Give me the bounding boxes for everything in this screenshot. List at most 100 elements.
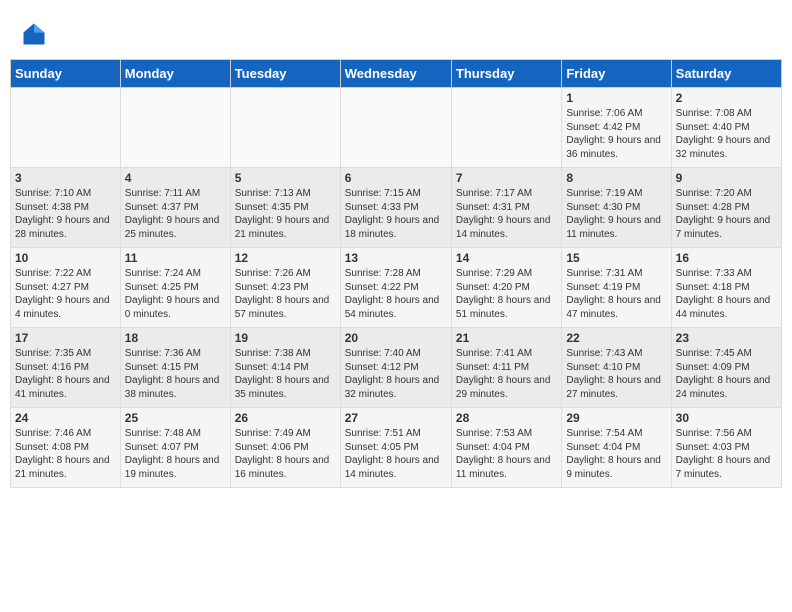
day-number: 7 xyxy=(456,171,557,185)
day-info: Sunrise: 7:33 AM Sunset: 4:18 PM Dayligh… xyxy=(676,267,777,321)
day-number: 17 xyxy=(15,331,116,345)
calendar-cell: 14Sunrise: 7:29 AM Sunset: 4:20 PM Dayli… xyxy=(451,248,561,328)
day-info: Sunrise: 7:38 AM Sunset: 4:14 PM Dayligh… xyxy=(235,347,336,401)
calendar-cell: 30Sunrise: 7:56 AM Sunset: 4:03 PM Dayli… xyxy=(671,408,781,488)
day-info: Sunrise: 7:56 AM Sunset: 4:03 PM Dayligh… xyxy=(676,427,777,481)
day-info: Sunrise: 7:31 AM Sunset: 4:19 PM Dayligh… xyxy=(566,267,666,321)
calendar-cell: 24 Sunrise: 7:46 AM Sunset: 4:08 PM Dayli… xyxy=(11,408,121,488)
day-number: 13 xyxy=(345,251,447,265)
calendar-cell: 18 Sunrise: 7:36 AM Sunset: 4:15 PM Dayli… xyxy=(120,328,230,408)
day-number: 4 xyxy=(125,171,226,185)
day-number: 6 xyxy=(345,171,447,185)
day-info: Sunrise: 7:46 AM Sunset: 4:08 PM Dayligh… xyxy=(15,427,116,481)
calendar-cell: 22Sunrise: 7:43 AM Sunset: 4:10 PM Dayli… xyxy=(562,328,671,408)
weekday-header-friday: Friday xyxy=(562,60,671,88)
calendar-cell: 19 Sunrise: 7:38 AM Sunset: 4:14 PM Dayli… xyxy=(230,328,340,408)
day-number: 12 xyxy=(235,251,336,265)
day-info: Sunrise: 7:35 AM Sunset: 4:16 PM Dayligh… xyxy=(15,347,116,401)
weekday-header-saturday: Saturday xyxy=(671,60,781,88)
calendar-week-3: 10 Sunrise: 7:22 AM Sunset: 4:27 PM Dayli… xyxy=(11,248,782,328)
calendar-cell: 3 Sunrise: 7:10 AM Sunset: 4:38 PM Daylig… xyxy=(11,168,121,248)
day-info: Sunrise: 7:41 AM Sunset: 4:11 PM Dayligh… xyxy=(456,347,557,401)
day-info: Sunrise: 7:54 AM Sunset: 4:04 PM Dayligh… xyxy=(566,427,666,481)
calendar-cell: 16 Sunrise: 7:33 AM Sunset: 4:18 PM Dayli… xyxy=(671,248,781,328)
calendar-cell xyxy=(230,88,340,168)
day-number: 25 xyxy=(125,411,226,425)
calendar-cell: 2 Sunrise: 7:08 AM Sunset: 4:40 PM Daylig… xyxy=(671,88,781,168)
calendar-cell: 5 Sunrise: 7:13 AM Sunset: 4:35 PM Daylig… xyxy=(230,168,340,248)
day-info: Sunrise: 7:51 AM Sunset: 4:05 PM Dayligh… xyxy=(345,427,447,481)
day-number: 8 xyxy=(566,171,666,185)
weekday-header-sunday: Sunday xyxy=(11,60,121,88)
weekday-header-thursday: Thursday xyxy=(451,60,561,88)
day-number: 5 xyxy=(235,171,336,185)
weekday-header-wednesday: Wednesday xyxy=(340,60,451,88)
calendar-cell xyxy=(340,88,451,168)
calendar-cell: 11 Sunrise: 7:24 AM Sunset: 4:25 PM Dayli… xyxy=(120,248,230,328)
calendar-table: SundayMondayTuesdayWednesdayThursdayFrid… xyxy=(10,59,782,488)
day-number: 16 xyxy=(676,251,777,265)
logo-icon xyxy=(20,20,48,48)
day-number: 11 xyxy=(125,251,226,265)
day-info: Sunrise: 7:20 AM Sunset: 4:28 PM Dayligh… xyxy=(676,187,777,241)
day-info: Sunrise: 7:10 AM Sunset: 4:38 PM Dayligh… xyxy=(15,187,116,241)
day-info: Sunrise: 7:36 AM Sunset: 4:15 PM Dayligh… xyxy=(125,347,226,401)
day-number: 19 xyxy=(235,331,336,345)
day-number: 27 xyxy=(345,411,447,425)
calendar-cell: 13 Sunrise: 7:28 AM Sunset: 4:22 PM Dayli… xyxy=(340,248,451,328)
day-info: Sunrise: 7:48 AM Sunset: 4:07 PM Dayligh… xyxy=(125,427,226,481)
calendar-header: SundayMondayTuesdayWednesdayThursdayFrid… xyxy=(11,60,782,88)
calendar-cell: 7 Sunrise: 7:17 AM Sunset: 4:31 PM Daylig… xyxy=(451,168,561,248)
day-number: 26 xyxy=(235,411,336,425)
day-number: 1 xyxy=(566,91,666,105)
day-info: Sunrise: 7:24 AM Sunset: 4:25 PM Dayligh… xyxy=(125,267,226,321)
day-number: 23 xyxy=(676,331,777,345)
logo xyxy=(20,20,52,48)
calendar-cell: 15 Sunrise: 7:31 AM Sunset: 4:19 PM Dayli… xyxy=(562,248,671,328)
calendar-cell: 8 Sunrise: 7:19 AM Sunset: 4:30 PM Daylig… xyxy=(562,168,671,248)
day-number: 14 xyxy=(456,251,557,265)
day-number: 9 xyxy=(676,171,777,185)
day-info: Sunrise: 7:08 AM Sunset: 4:40 PM Dayligh… xyxy=(676,107,777,161)
calendar-cell: 23Sunrise: 7:45 AM Sunset: 4:09 PM Dayli… xyxy=(671,328,781,408)
day-number: 29 xyxy=(566,411,666,425)
day-number: 18 xyxy=(125,331,226,345)
calendar-cell: 26 Sunrise: 7:49 AM Sunset: 4:06 PM Dayli… xyxy=(230,408,340,488)
calendar-week-1: 1Sunrise: 7:06 AM Sunset: 4:42 PM Daylig… xyxy=(11,88,782,168)
day-number: 24 xyxy=(15,411,116,425)
calendar-cell: 29 Sunrise: 7:54 AM Sunset: 4:04 PM Dayli… xyxy=(562,408,671,488)
calendar-cell: 4 Sunrise: 7:11 AM Sunset: 4:37 PM Daylig… xyxy=(120,168,230,248)
day-number: 15 xyxy=(566,251,666,265)
calendar-cell: 17 Sunrise: 7:35 AM Sunset: 4:16 PM Dayli… xyxy=(11,328,121,408)
day-info: Sunrise: 7:49 AM Sunset: 4:06 PM Dayligh… xyxy=(235,427,336,481)
calendar-cell: 20Sunrise: 7:40 AM Sunset: 4:12 PM Dayli… xyxy=(340,328,451,408)
calendar-week-4: 17 Sunrise: 7:35 AM Sunset: 4:16 PM Dayli… xyxy=(11,328,782,408)
day-info: Sunrise: 7:26 AM Sunset: 4:23 PM Dayligh… xyxy=(235,267,336,321)
calendar-cell: 28Sunrise: 7:53 AM Sunset: 4:04 PM Dayli… xyxy=(451,408,561,488)
day-info: Sunrise: 7:19 AM Sunset: 4:30 PM Dayligh… xyxy=(566,187,666,241)
calendar-cell xyxy=(451,88,561,168)
day-info: Sunrise: 7:17 AM Sunset: 4:31 PM Dayligh… xyxy=(456,187,557,241)
day-info: Sunrise: 7:15 AM Sunset: 4:33 PM Dayligh… xyxy=(345,187,447,241)
day-info: Sunrise: 7:28 AM Sunset: 4:22 PM Dayligh… xyxy=(345,267,447,321)
calendar-cell: 12 Sunrise: 7:26 AM Sunset: 4:23 PM Dayli… xyxy=(230,248,340,328)
calendar-cell: 10 Sunrise: 7:22 AM Sunset: 4:27 PM Dayli… xyxy=(11,248,121,328)
day-info: Sunrise: 7:13 AM Sunset: 4:35 PM Dayligh… xyxy=(235,187,336,241)
day-number: 3 xyxy=(15,171,116,185)
calendar-body: 1Sunrise: 7:06 AM Sunset: 4:42 PM Daylig… xyxy=(11,88,782,488)
day-number: 2 xyxy=(676,91,777,105)
calendar-cell: 27 Sunrise: 7:51 AM Sunset: 4:05 PM Dayli… xyxy=(340,408,451,488)
calendar-cell: 9 Sunrise: 7:20 AM Sunset: 4:28 PM Daylig… xyxy=(671,168,781,248)
day-number: 22 xyxy=(566,331,666,345)
weekday-header-tuesday: Tuesday xyxy=(230,60,340,88)
day-number: 28 xyxy=(456,411,557,425)
calendar-cell: 6 Sunrise: 7:15 AM Sunset: 4:33 PM Daylig… xyxy=(340,168,451,248)
calendar-cell xyxy=(120,88,230,168)
day-info: Sunrise: 7:11 AM Sunset: 4:37 PM Dayligh… xyxy=(125,187,226,241)
day-info: Sunrise: 7:40 AM Sunset: 4:12 PM Dayligh… xyxy=(345,347,447,401)
weekday-row: SundayMondayTuesdayWednesdayThursdayFrid… xyxy=(11,60,782,88)
calendar-cell xyxy=(11,88,121,168)
day-number: 10 xyxy=(15,251,116,265)
day-info: Sunrise: 7:22 AM Sunset: 4:27 PM Dayligh… xyxy=(15,267,116,321)
calendar-cell: 1Sunrise: 7:06 AM Sunset: 4:42 PM Daylig… xyxy=(562,88,671,168)
